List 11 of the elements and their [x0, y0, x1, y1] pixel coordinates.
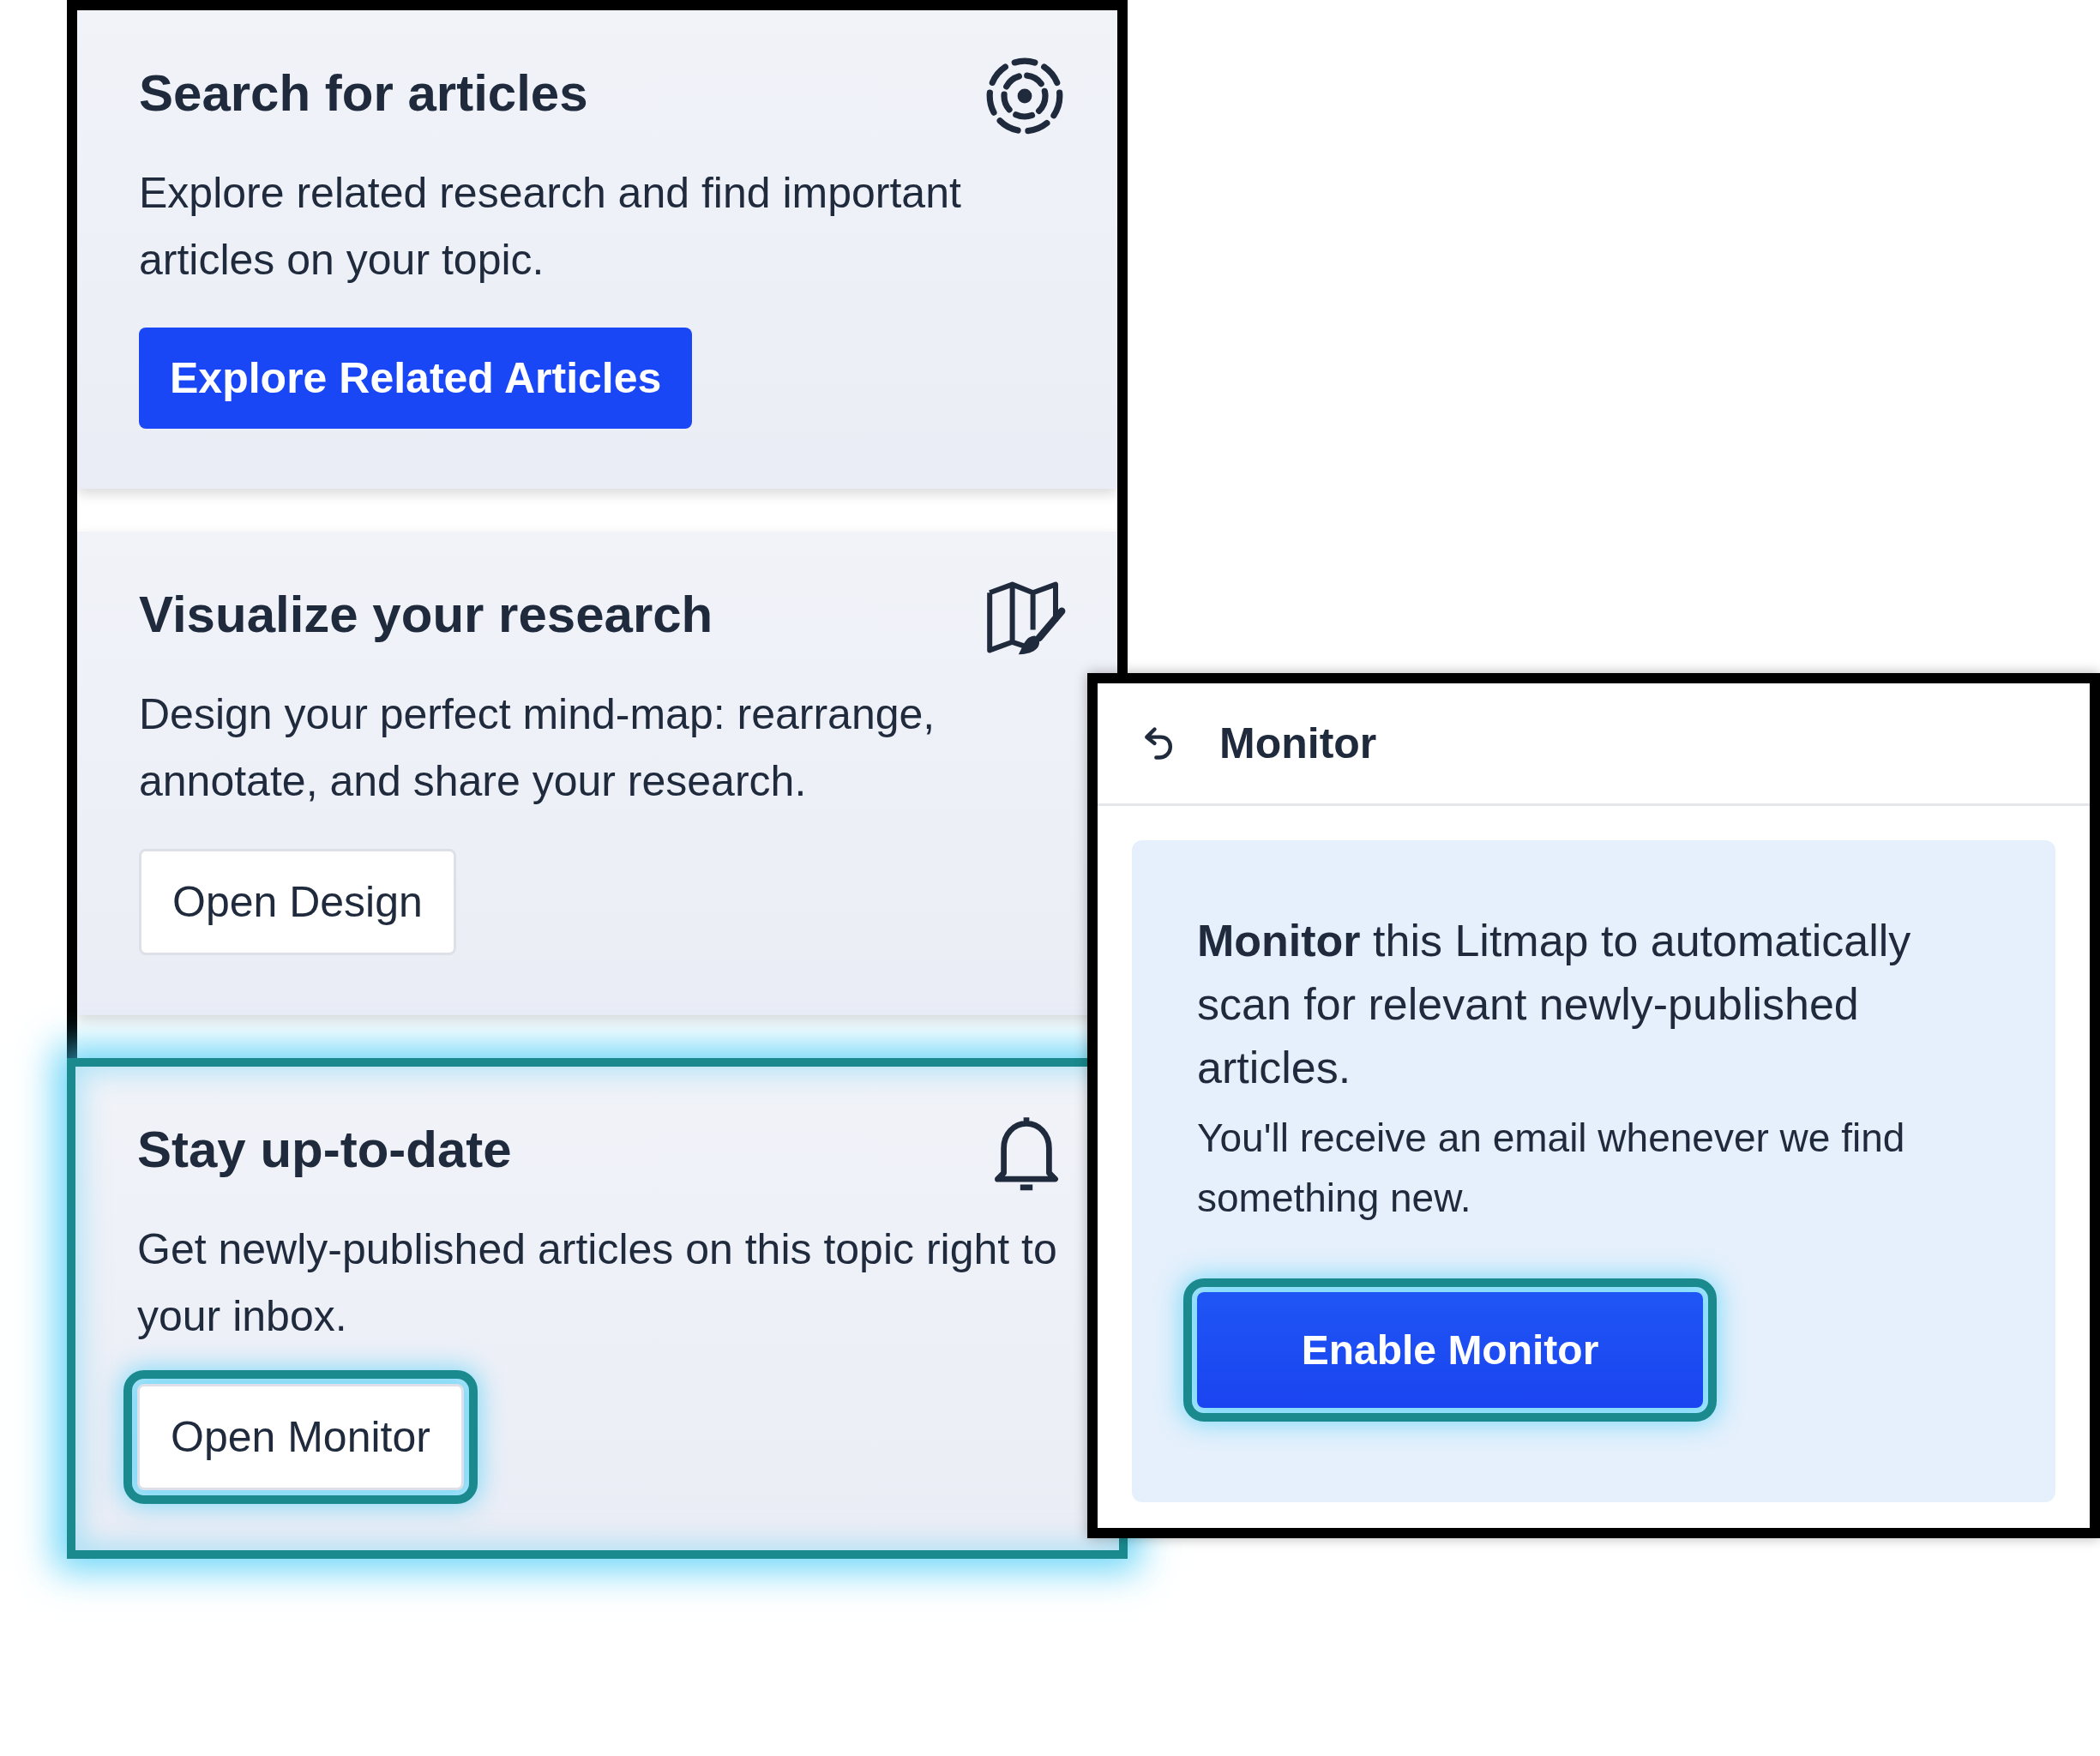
- panel-title: Monitor: [1219, 719, 1377, 768]
- intro-text: Monitor this Litmap to automatically scan for relevant newly-published articles.: [1197, 915, 1912, 1094]
- card-title: Stay up-to-date: [137, 1120, 512, 1179]
- card-button[interactable]: Open Design: [139, 849, 456, 955]
- note-text: You'll receive an email whenever we find something new.: [1197, 1115, 1906, 1222]
- card-title: Search for articles: [139, 63, 588, 123]
- card-button[interactable]: Explore Related Articles: [139, 328, 693, 429]
- card-description: Explore related research and find important articles on your topic.: [139, 168, 962, 286]
- card-description: Get newly-published articles on this topic right to your inbox.: [137, 1224, 1058, 1342]
- card-title: Visualize your research: [139, 585, 713, 644]
- card-description: Design your perfect mind-map: rearrange, annotate, and share your research.: [139, 689, 936, 807]
